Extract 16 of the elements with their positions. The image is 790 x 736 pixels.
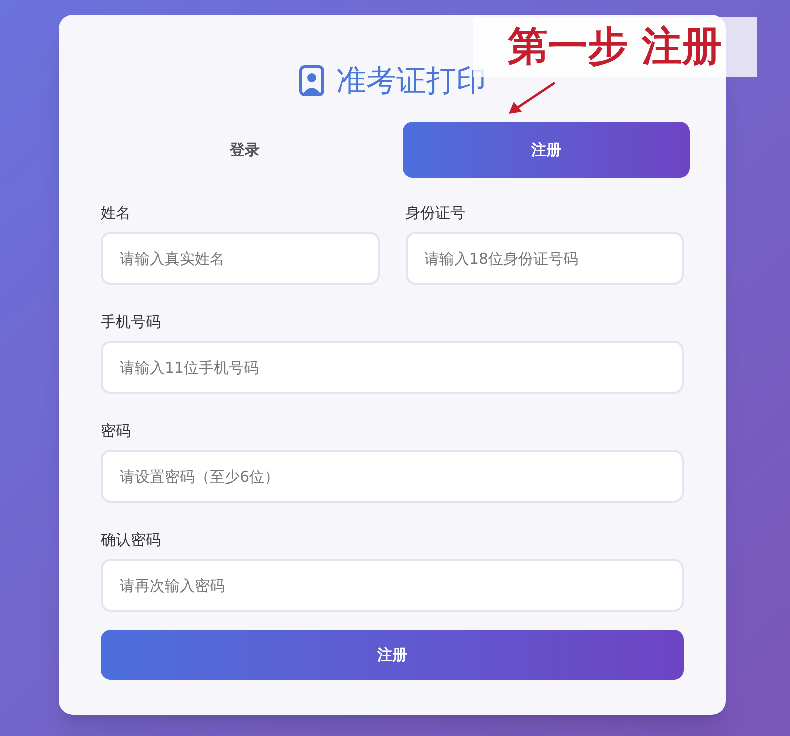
- field-label: 密码: [101, 422, 131, 440]
- tab[interactable]: 注册: [402, 122, 690, 178]
- register-button[interactable]: 注册: [101, 630, 684, 680]
- input-field[interactable]: 请再次输入密码: [101, 559, 684, 612]
- field-label: 姓名: [101, 204, 131, 222]
- input-field[interactable]: 请输入11位手机号码: [101, 341, 684, 394]
- app-title: 准考证打印: [336, 62, 486, 100]
- field-label: 手机号码: [101, 313, 161, 331]
- annotation-label: 第一步 注册: [508, 27, 722, 67]
- input-field[interactable]: 请输入真实姓名: [101, 232, 380, 285]
- input-field[interactable]: 请设置密码（至少6位）: [101, 450, 684, 503]
- id-badge-icon: [298, 65, 324, 97]
- field-label: 确认密码: [101, 531, 161, 549]
- input-field[interactable]: 请输入18位身份证号码: [406, 232, 684, 285]
- tab[interactable]: 登录: [101, 122, 388, 178]
- field-label: 身份证号: [406, 204, 466, 222]
